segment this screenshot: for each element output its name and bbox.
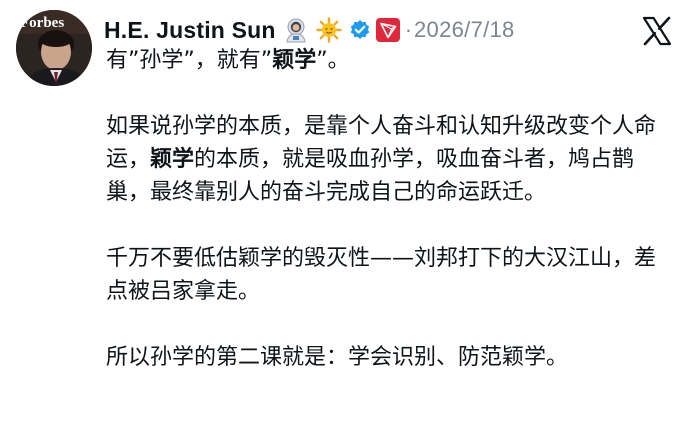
header-separator: · (404, 17, 413, 42)
tweet-paragraph-2: 如果说孙学的本质，是靠个人奋斗和认知升级改变个人命运，颖学的本质，就是吸血孙学，… (106, 114, 657, 205)
tweet-paragraph-4: 所以孙学的第二课就是：学会识别、防范颖学。 (106, 345, 569, 370)
tweet-header: H.E. Justin Sun · 2026/7/18 (104, 12, 515, 48)
avatar-image: Forbes (16, 10, 92, 86)
post-date[interactable]: 2026/7/18 (414, 17, 515, 43)
tweet-paragraph-3: 千万不要低估颖学的毁灭性——刘邦打下的大汉江山，差点被吕家拿走。 (106, 246, 657, 304)
avatar-logo: Forbes (20, 15, 64, 31)
bold-term: 颖学 (272, 48, 317, 73)
verified-badge-icon (349, 19, 371, 41)
tron-badge-icon (375, 18, 400, 42)
sun-emoji-icon (315, 17, 342, 43)
bold-term: 颖学 (150, 147, 195, 172)
x-logo-icon[interactable] (642, 16, 672, 46)
display-name[interactable]: H.E. Justin Sun (104, 17, 276, 44)
avatar[interactable]: Forbes (16, 10, 92, 86)
tweet-body: 有”孙学”，就有”颖学”。 如果说孙学的本质，是靠个人奋斗和认知升级改变个人命运… (106, 44, 676, 374)
astronaut-emoji-icon (283, 17, 309, 43)
tweet-line-1: 有”孙学”，就有”颖学”。 (106, 48, 350, 73)
